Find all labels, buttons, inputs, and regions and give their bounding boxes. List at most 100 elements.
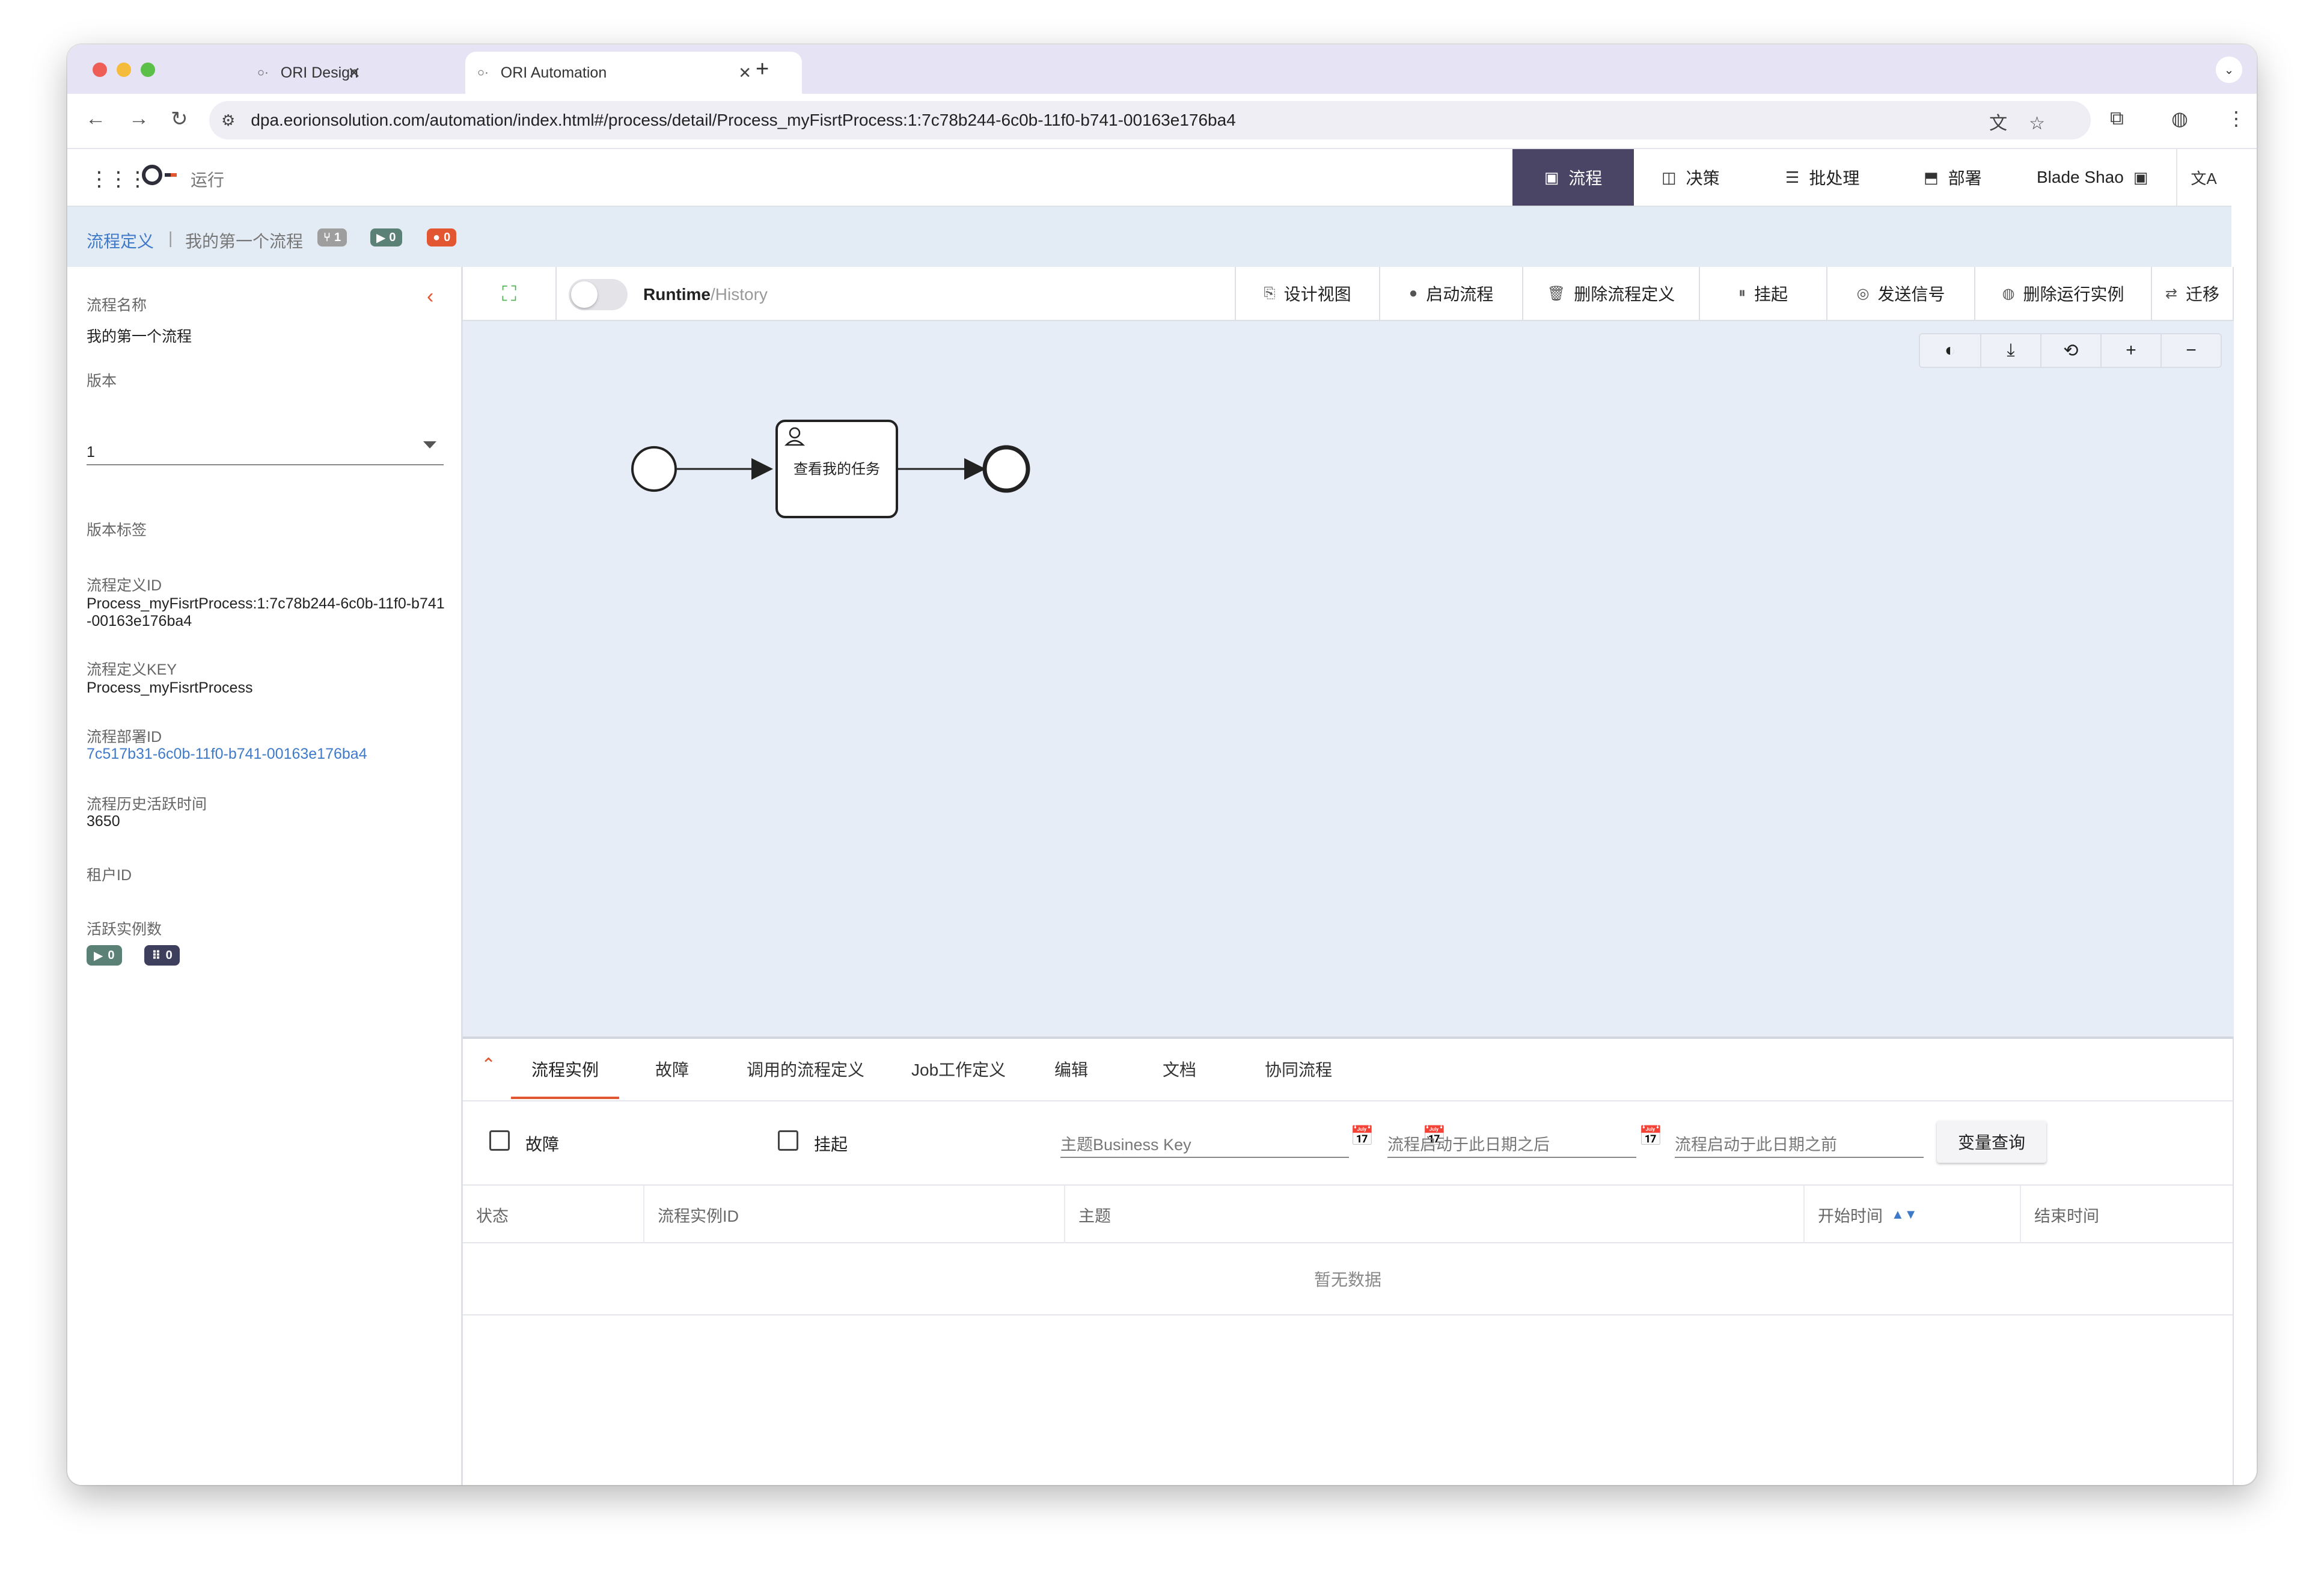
tab-edit[interactable]: 编辑 [1054,1057,1088,1081]
nav-label: 部署 [1948,169,1982,188]
nav-decision[interactable]: ◫ 决策 [1662,149,1720,206]
breadcrumb-root-link[interactable]: 流程定义 [87,228,154,253]
suspended-instances-badge: ⠿ 0 [144,945,180,966]
nav-label: 流程 [1568,169,1603,188]
column-status[interactable]: 状态 [463,1186,643,1243]
column-start-time[interactable]: 开始时间 ▲▼ [1803,1186,2020,1243]
runtime-history-toggle[interactable] [569,279,628,310]
delete-icon: 🗑 [1547,285,1566,302]
incident-checkbox-label: 故障 [525,1135,560,1154]
tab-title: ORI Design [280,64,358,81]
new-tab-button[interactable]: + [756,57,769,82]
calendar-icon[interactable]: 📅 [1350,1124,1374,1147]
sort-icon[interactable]: ▲▼ [1891,1207,1918,1222]
business-key-input[interactable]: 主题Business Key [1060,1127,1349,1158]
zoom-out-icon[interactable]: − [2160,334,2221,367]
nav-batch[interactable]: ☰ 批处理 [1785,149,1859,206]
forward-icon[interactable]: → [129,107,149,130]
bpmn-canvas[interactable]: ◐ ⤓ ⟲ + − 查看我的任务 [463,321,2234,1037]
tab-process-instances[interactable]: 流程实例 [531,1057,599,1081]
tab-search-icon[interactable]: ⌄ [2216,57,2242,83]
column-business-key[interactable]: 主题 [1064,1186,1803,1243]
column-instance-id[interactable]: 流程实例ID [643,1186,1064,1243]
start-process-button[interactable]: ● 启动流程 [1379,267,1522,320]
design-view-button[interactable]: ⎘ 设计视图 [1235,267,1379,320]
migrate-icon: ⇄ [2165,285,2178,302]
runtime-label: Runtime [643,285,711,304]
version-label: 版本 [87,373,117,390]
fullscreen-icon[interactable]: ⛶ [463,267,557,321]
tab-incidents[interactable]: 故障 [655,1057,689,1081]
nav-process[interactable]: ▣ 流程 [1512,149,1634,206]
close-window-button[interactable] [93,63,107,77]
running-badge: ▶ 0 [370,228,402,247]
started-after-input[interactable]: 流程启动于此日期之后 [1387,1127,1636,1158]
site-settings-icon[interactable]: ⚙ [221,111,235,130]
ori-logo[interactable] [142,165,177,185]
start-event[interactable] [631,446,677,492]
profile-icon[interactable]: ◍ [2171,107,2188,130]
instances-table-header: 状态 流程实例ID 主题 开始时间 ▲▼ 结束时间 [463,1186,2233,1243]
browser-tab-ori-automation[interactable]: ○· ORI Automation ✕ [465,52,802,94]
nav-label: 决策 [1686,169,1720,188]
column-label: 开始时间 [1818,1207,1883,1225]
user-menu[interactable]: Blade Shao ▣ [2037,149,2148,206]
address-bar[interactable]: ⚙ dpa.eorionsolution.com/automation/inde… [209,101,2091,139]
nav-deploy[interactable]: ⬒ 部署 [1924,149,1982,206]
migrate-button[interactable]: ⇄ 迁移 [2151,267,2233,320]
end-event[interactable] [982,445,1030,493]
collapse-panel-icon[interactable]: ‹ [427,285,433,308]
browser-toolbar: ← → ↻ ⚙ dpa.eorionsolution.com/automatio… [67,94,2257,149]
delete-instances-button[interactable]: ◍ 删除运行实例 [1974,267,2151,320]
tab-called-definitions[interactable]: 调用的流程定义 [747,1057,864,1081]
variable-query-button[interactable]: 变量查询 [1937,1121,2046,1163]
browser-menu-icon[interactable]: ⋮ [2227,107,2246,130]
deployment-id-label: 流程部署ID [87,729,162,746]
app-grid-icon[interactable]: ⋮⋮⋮ [89,167,148,191]
incident-checkbox[interactable] [489,1130,510,1151]
calendar-icon[interactable]: 📅 [1639,1124,1663,1147]
version-select[interactable]: 1 [87,436,444,465]
translate-and-bookmark-icons[interactable]: 文☆ [1989,108,2067,135]
column-end-time[interactable]: 结束时间 [2020,1186,2234,1243]
badge-count: 0 [108,948,115,962]
send-signal-button[interactable]: ◎ 发送信号 [1826,267,1974,320]
reset-view-icon[interactable]: ⟲ [2040,334,2100,367]
batch-icon: ☰ [1785,168,1800,186]
definition-id: Process_myFisrtProcess:1:7c78b244-6c0b-1… [87,595,445,629]
play-icon: ▶ [94,949,103,963]
bottom-tabs: ⌃ 流程实例 故障 调用的流程定义 Job工作定义 编辑 文档 协同流程 [463,1039,2233,1101]
close-tab-icon[interactable]: ✕ [347,64,361,82]
tab-docs[interactable]: 文档 [1163,1057,1196,1081]
tab-collaboration[interactable]: 协同流程 [1265,1057,1332,1081]
back-icon[interactable]: ← [85,107,106,130]
error-icon: ● [433,230,441,244]
breadcrumb: 流程定义 | 我的第一个流程 ⑂ 1 ▶ 0 ● 0 [67,207,2231,267]
button-label: 挂起 [1754,285,1788,304]
button-label: 设计视图 [1283,285,1351,304]
maximize-window-button[interactable] [141,63,155,77]
chevron-up-icon[interactable]: ⌃ [481,1055,496,1076]
minimize-window-button[interactable] [117,63,131,77]
badge-count: 1 [334,230,341,244]
suspended-checkbox[interactable] [778,1130,798,1151]
theme-toggle-icon[interactable]: ◐ [1920,334,1980,367]
suspend-button[interactable]: ⏸ 挂起 [1699,267,1826,320]
delete-definition-button[interactable]: 🗑 删除流程定义 [1522,267,1699,320]
version-badge: ⑂ 1 [317,228,347,247]
language-icon[interactable]: 文A [2176,149,2230,206]
download-icon[interactable]: ⤓ [1980,334,2040,367]
started-before-input[interactable]: 流程启动于此日期之前 [1675,1127,1924,1158]
start-icon: ● [1408,285,1418,301]
reload-icon[interactable]: ↻ [171,107,188,131]
tab-job-definitions[interactable]: Job工作定义 [911,1057,1006,1081]
runtime-history-label: Runtime/History [643,285,768,304]
zoom-in-icon[interactable]: + [2100,334,2160,367]
url-text[interactable]: dpa.eorionsolution.com/automation/index.… [251,111,1235,130]
breadcrumb-separator: | [168,228,173,247]
play-icon: ▶ [376,231,386,245]
close-tab-icon[interactable]: ✕ [738,64,751,82]
extensions-icon[interactable]: ⧉ [2110,107,2124,130]
deployment-id-link[interactable]: 7c517b31-6c0b-11f0-b741-00163e176ba4 [87,746,367,763]
pause-icon: ⠿ [151,949,161,963]
